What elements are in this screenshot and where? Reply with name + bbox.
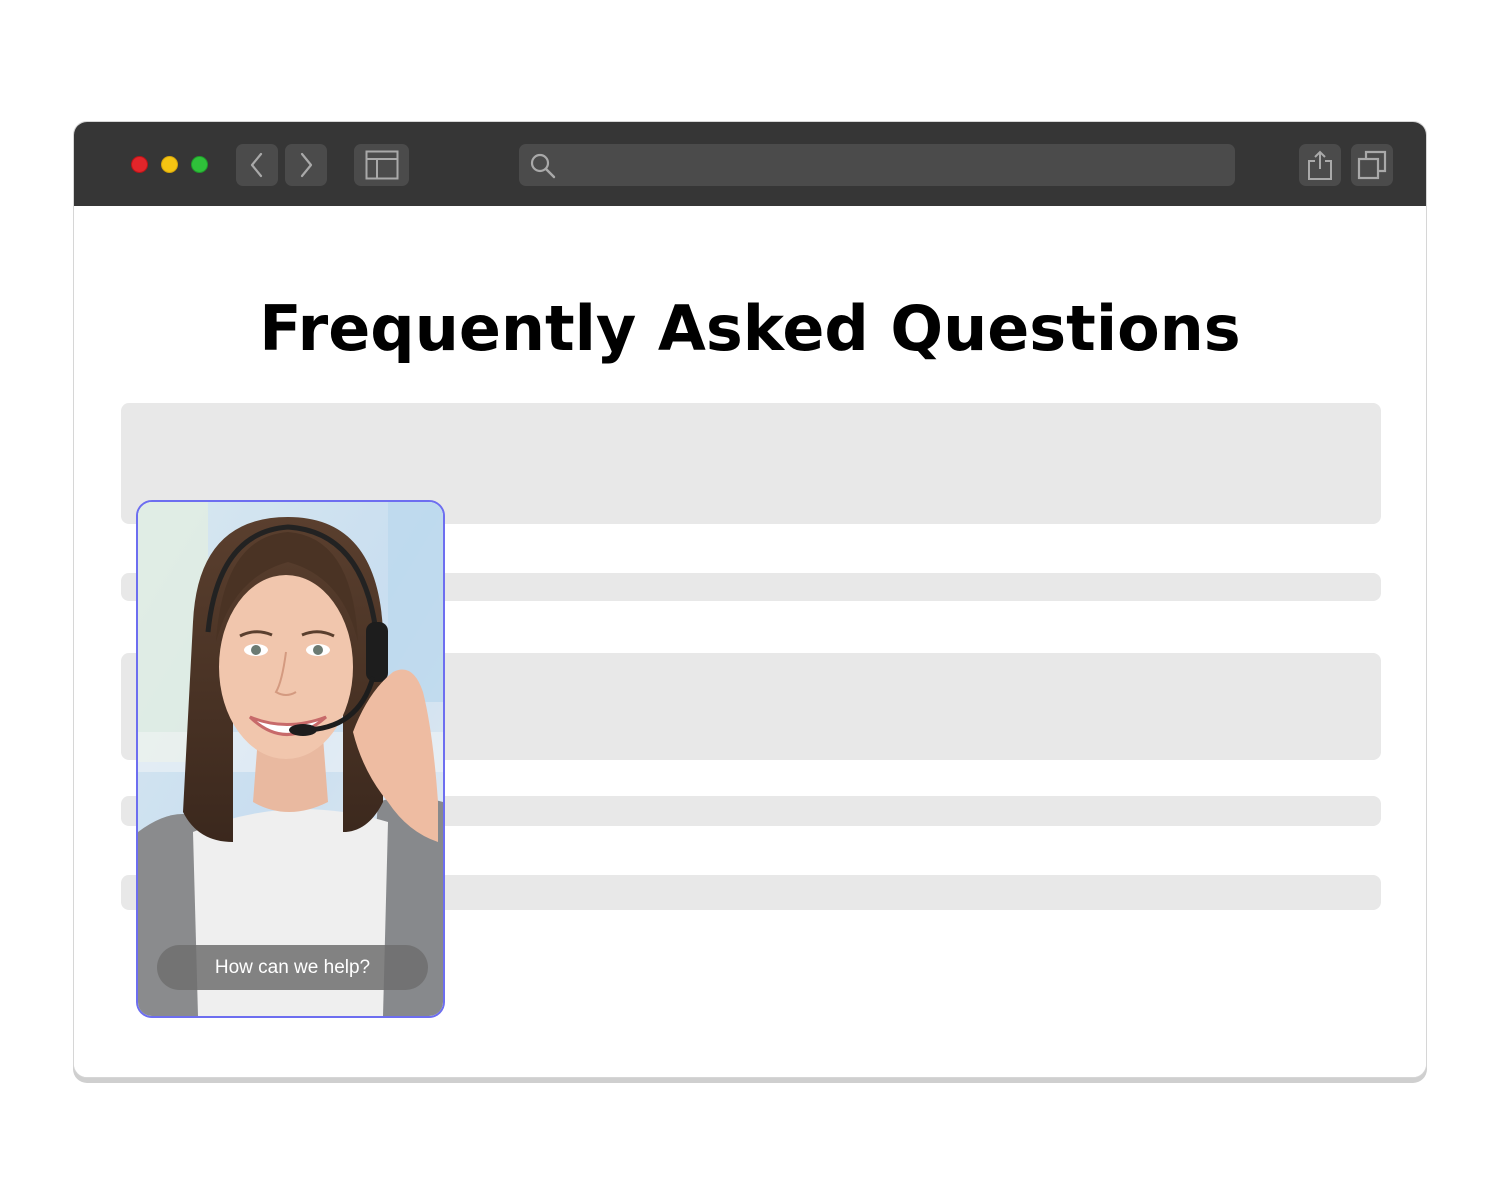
share-button[interactable] <box>1299 144 1341 186</box>
share-icon <box>1308 150 1332 180</box>
back-button[interactable] <box>236 144 278 186</box>
support-agent-photo <box>138 502 443 1016</box>
maximize-window-button[interactable] <box>191 156 208 173</box>
search-icon <box>530 153 556 179</box>
sidebar-icon <box>365 150 398 180</box>
close-window-button[interactable] <box>131 156 148 173</box>
chevron-right-icon <box>300 152 313 178</box>
forward-button[interactable] <box>285 144 327 186</box>
minimize-window-button[interactable] <box>161 156 178 173</box>
address-bar[interactable] <box>519 144 1235 186</box>
sidebar-toggle-button[interactable] <box>354 144 409 186</box>
tabs-button[interactable] <box>1351 144 1393 186</box>
chevron-left-icon <box>250 152 263 178</box>
address-input[interactable] <box>563 144 1223 186</box>
page-title: Frequently Asked Questions <box>259 292 1241 365</box>
tabs-icon <box>1357 150 1387 180</box>
browser-toolbar <box>74 122 1426 206</box>
help-cta-button[interactable]: How can we help? <box>157 945 428 990</box>
video-chat-widget[interactable]: How can we help? <box>136 500 445 1018</box>
